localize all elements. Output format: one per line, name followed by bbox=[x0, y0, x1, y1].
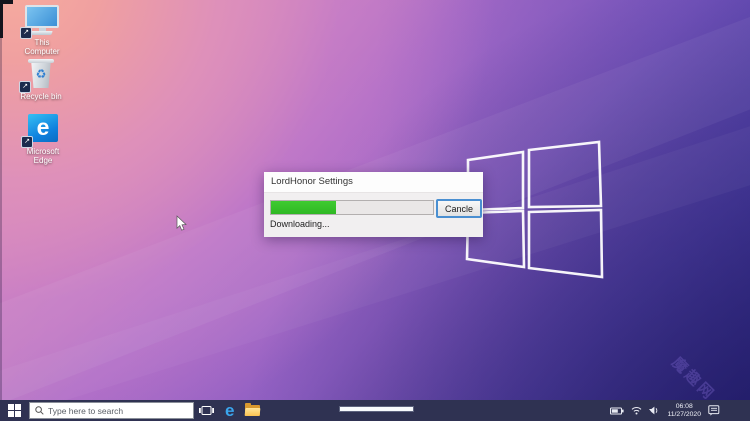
task-view-button[interactable] bbox=[199, 405, 214, 416]
edge-taskbar-button[interactable]: e bbox=[225, 402, 234, 419]
recycle-bin-icon: ♻ ↗ bbox=[15, 59, 67, 91]
search-input[interactable] bbox=[48, 406, 188, 416]
shortcut-arrow-icon: ↗ bbox=[19, 81, 31, 93]
desktop-icon-microsoft-edge[interactable]: e ↗ Microsoft Edge bbox=[17, 114, 69, 165]
settings-dialog: LordHonor Settings Cancle Downloading... bbox=[264, 172, 483, 237]
volume-icon[interactable] bbox=[649, 406, 660, 415]
progress-bar bbox=[270, 200, 434, 215]
taskbar: e 06 bbox=[0, 400, 750, 421]
start-button[interactable] bbox=[8, 404, 21, 417]
progress-fill bbox=[271, 201, 336, 214]
cancel-button[interactable]: Cancle bbox=[436, 199, 482, 218]
action-center-icon[interactable] bbox=[708, 405, 720, 416]
screen-corner-artifact bbox=[0, 0, 3, 38]
shortcut-arrow-icon: ↗ bbox=[20, 27, 32, 39]
computer-icon: ↗ bbox=[16, 5, 68, 37]
dialog-title: LordHonor Settings bbox=[264, 172, 483, 192]
folder-icon bbox=[245, 405, 260, 416]
windows-flag-icon bbox=[15, 411, 21, 417]
shortcut-arrow-icon: ↗ bbox=[21, 136, 33, 148]
clock[interactable]: 06:08 11/27/2020 bbox=[667, 403, 701, 418]
edge-tile-icon: e ↗ bbox=[17, 114, 69, 146]
bin-body: ♻ bbox=[30, 63, 52, 88]
desktop-icon-recycle-bin[interactable]: ♻ ↗ Recycle bin bbox=[15, 59, 67, 102]
windows-flag-icon bbox=[8, 411, 14, 417]
edge-icon: e bbox=[225, 402, 234, 419]
file-explorer-button[interactable] bbox=[245, 405, 260, 416]
windows-flag-icon bbox=[8, 404, 14, 410]
desktop-screen: 魔趣网 ↗ This Computer ♻ ↗ Recycle bin e ↗ … bbox=[0, 0, 750, 421]
wifi-icon[interactable] bbox=[631, 406, 642, 415]
status-text: Downloading... bbox=[270, 219, 330, 229]
bin-lid bbox=[28, 59, 54, 63]
search-icon bbox=[35, 406, 44, 415]
icon-label: This Computer bbox=[16, 39, 68, 56]
recycle-symbol-icon: ♻ bbox=[30, 68, 52, 80]
system-tray: 06:08 11/27/2020 bbox=[610, 400, 750, 421]
clock-date: 11/27/2020 bbox=[667, 411, 701, 419]
monitor-screen bbox=[25, 5, 59, 28]
icon-label: Microsoft Edge bbox=[17, 148, 69, 165]
battery-icon[interactable] bbox=[610, 407, 624, 415]
task-view-icon bbox=[199, 405, 214, 416]
screen-corner-artifact bbox=[0, 0, 13, 4]
screen-edge-shade bbox=[0, 0, 2, 400]
dialog-titlebar[interactable]: LordHonor Settings bbox=[264, 172, 483, 193]
taskbar-progress-strip bbox=[340, 407, 413, 411]
windows-flag-icon bbox=[15, 404, 21, 410]
icon-label: Recycle bin bbox=[15, 93, 67, 102]
clock-time: 06:08 bbox=[667, 403, 701, 411]
desktop-icon-this-computer[interactable]: ↗ This Computer bbox=[16, 5, 68, 56]
search-box[interactable] bbox=[29, 402, 194, 419]
